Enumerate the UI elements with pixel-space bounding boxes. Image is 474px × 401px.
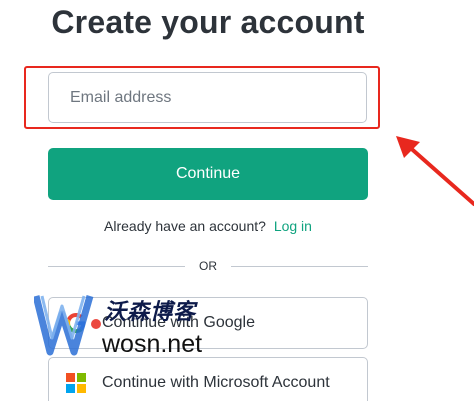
- login-link[interactable]: Log in: [274, 218, 312, 234]
- ms-logo-yellow: [77, 384, 86, 393]
- w-logo-icon: [34, 295, 101, 356]
- watermark: 沃森博客 wosn.net: [34, 286, 234, 366]
- microsoft-icon: [66, 373, 86, 393]
- ms-logo-green: [77, 373, 86, 382]
- signup-page: Create your account Continue Already hav…: [0, 0, 474, 401]
- login-prompt-text: Already have an account?: [104, 218, 266, 234]
- ms-logo-red: [66, 373, 75, 382]
- ms-logo-blue: [66, 384, 75, 393]
- or-divider: OR: [48, 258, 368, 274]
- email-input[interactable]: [48, 72, 367, 123]
- continue-button[interactable]: Continue: [48, 148, 368, 200]
- login-prompt-row: Already have an account? Log in: [48, 218, 368, 234]
- arrow-icon: [396, 136, 474, 206]
- watermark-name: 沃森博客: [104, 299, 197, 324]
- divider-line-left: [48, 265, 185, 267]
- divider-line-right: [231, 265, 368, 267]
- page-title: Create your account: [51, 4, 365, 40]
- watermark-url: wosn.net: [102, 330, 203, 358]
- microsoft-button-label: Continue with Microsoft Account: [102, 374, 330, 391]
- divider-label: OR: [199, 259, 217, 273]
